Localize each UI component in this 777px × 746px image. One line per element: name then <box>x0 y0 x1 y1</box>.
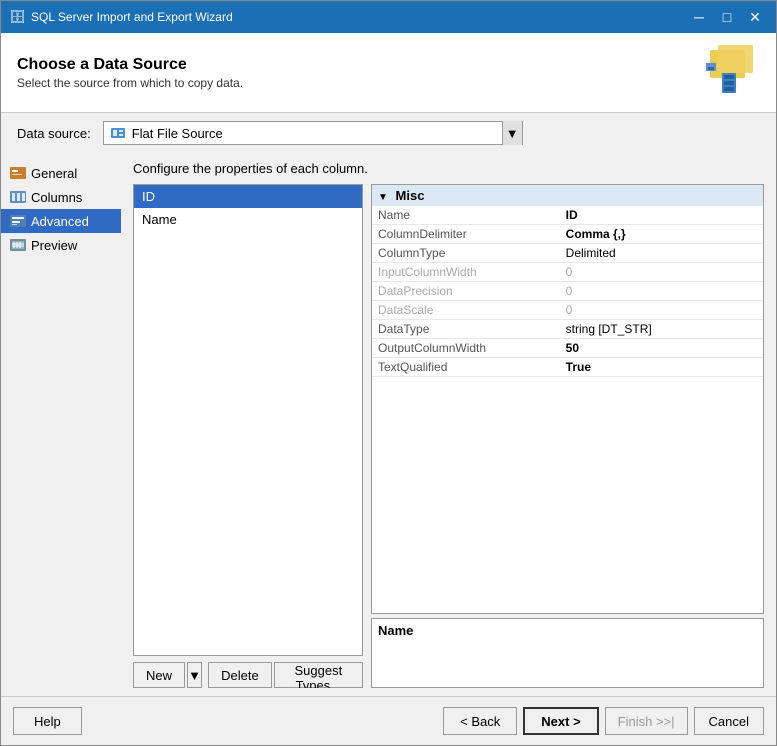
props-section-header: ▼ Misc <box>372 185 763 206</box>
new-dropdown-button[interactable]: ▼ <box>187 662 202 688</box>
prop-value: True <box>560 358 763 377</box>
sidebar-item-columns[interactable]: Columns <box>1 185 121 209</box>
page-subtitle: Select the source from which to copy dat… <box>17 76 243 90</box>
columns-list-area: ID Name New ▼ Delete Suggest Types... <box>133 184 363 688</box>
prop-value: 0 <box>560 282 763 301</box>
prop-value: 50 <box>560 339 763 358</box>
prop-name: Name <box>372 206 560 225</box>
sidebar-item-preview[interactable]: Preview <box>1 233 121 257</box>
name-box-label: Name <box>378 623 757 638</box>
properties-table: ▼ Misc Name ID ColumnDelimiter <box>372 185 763 377</box>
sidebar-item-general-label: General <box>31 166 77 181</box>
datasource-label: Data source: <box>17 126 91 141</box>
app-icon: 🗄 <box>9 9 25 25</box>
datasource-value: Flat File Source <box>104 126 502 141</box>
sidebar-item-advanced-label: Advanced <box>31 214 89 229</box>
table-row: InputColumnWidth 0 <box>372 263 763 282</box>
new-button[interactable]: New <box>133 662 185 688</box>
suggest-types-button[interactable]: Suggest Types... <box>274 662 363 688</box>
content-area: Configure the properties of each column.… <box>121 153 776 696</box>
columns-list: ID Name <box>133 184 363 656</box>
list-item[interactable]: ID <box>134 185 362 208</box>
preview-icon <box>9 237 27 253</box>
table-row: OutputColumnWidth 50 <box>372 339 763 358</box>
configure-label: Configure the properties of each column. <box>133 161 764 176</box>
header-area: Choose a Data Source Select the source f… <box>1 33 776 113</box>
table-row: DataType string [DT_STR] <box>372 320 763 339</box>
cancel-button[interactable]: Cancel <box>694 707 764 735</box>
table-row: Name ID <box>372 206 763 225</box>
prop-value: string [DT_STR] <box>560 320 763 339</box>
list-item[interactable]: Name <box>134 208 362 231</box>
sidebar-item-advanced[interactable]: Advanced <box>1 209 121 233</box>
page-title: Choose a Data Source <box>17 56 243 74</box>
datasource-icon <box>110 126 126 140</box>
footer-buttons: Help < Back Next > Finish >>| Cancel <box>1 696 776 745</box>
prop-name: DataScale <box>372 301 560 320</box>
next-button[interactable]: Next > <box>523 707 598 735</box>
dropdown-arrow[interactable]: ▼ <box>502 121 522 145</box>
prop-value: Delimited <box>560 244 763 263</box>
datasource-row: Data source: Flat File Source ▼ <box>1 113 776 153</box>
help-button[interactable]: Help <box>13 707 82 735</box>
prop-name: InputColumnWidth <box>372 263 560 282</box>
prop-name: ColumnType <box>372 244 560 263</box>
prop-value: Comma {,} <box>560 225 763 244</box>
table-row: ColumnDelimiter Comma {,} <box>372 225 763 244</box>
table-row: DataScale 0 <box>372 301 763 320</box>
title-bar: 🗄 SQL Server Import and Export Wizard ─ … <box>1 1 776 33</box>
maximize-button[interactable]: □ <box>714 6 740 28</box>
section-label: Misc <box>396 188 425 203</box>
properties-table-container: ▼ Misc Name ID ColumnDelimiter <box>371 184 764 614</box>
columns-icon <box>9 189 27 205</box>
columns-props-area: ID Name New ▼ Delete Suggest Types... <box>133 184 764 688</box>
table-row: ColumnType Delimited <box>372 244 763 263</box>
properties-area: ▼ Misc Name ID ColumnDelimiter <box>371 184 764 688</box>
window-controls: ─ □ ✕ <box>686 6 768 28</box>
prop-name: TextQualified <box>372 358 560 377</box>
back-button[interactable]: < Back <box>443 707 517 735</box>
sidebar-item-general[interactable]: General <box>1 161 121 185</box>
prop-value: 0 <box>560 301 763 320</box>
finish-button[interactable]: Finish >>| <box>605 707 688 735</box>
table-row: TextQualified True <box>372 358 763 377</box>
main-area: General Columns Advanced <box>1 153 776 696</box>
header-text: Choose a Data Source Select the source f… <box>17 56 243 90</box>
table-row: DataPrecision 0 <box>372 282 763 301</box>
advanced-icon <box>9 213 27 229</box>
prop-name: ColumnDelimiter <box>372 225 560 244</box>
columns-actions: New ▼ Delete Suggest Types... <box>133 662 363 688</box>
prop-value: ID <box>560 206 763 225</box>
delete-button[interactable]: Delete <box>208 662 272 688</box>
close-button[interactable]: ✕ <box>742 6 768 28</box>
prop-name: OutputColumnWidth <box>372 339 560 358</box>
general-icon <box>9 165 27 181</box>
sidebar: General Columns Advanced <box>1 153 121 696</box>
sidebar-item-preview-label: Preview <box>31 238 77 253</box>
collapse-icon: ▼ <box>378 192 388 203</box>
prop-name: DataType <box>372 320 560 339</box>
title-bar-text: SQL Server Import and Export Wizard <box>31 10 686 24</box>
sidebar-item-columns-label: Columns <box>31 190 82 205</box>
name-description-box: Name <box>371 618 764 688</box>
minimize-button[interactable]: ─ <box>686 6 712 28</box>
datasource-dropdown[interactable]: Flat File Source ▼ <box>103 121 523 145</box>
prop-name: DataPrecision <box>372 282 560 301</box>
header-icon <box>700 45 760 100</box>
main-window: 🗄 SQL Server Import and Export Wizard ─ … <box>0 0 777 746</box>
prop-value: 0 <box>560 263 763 282</box>
